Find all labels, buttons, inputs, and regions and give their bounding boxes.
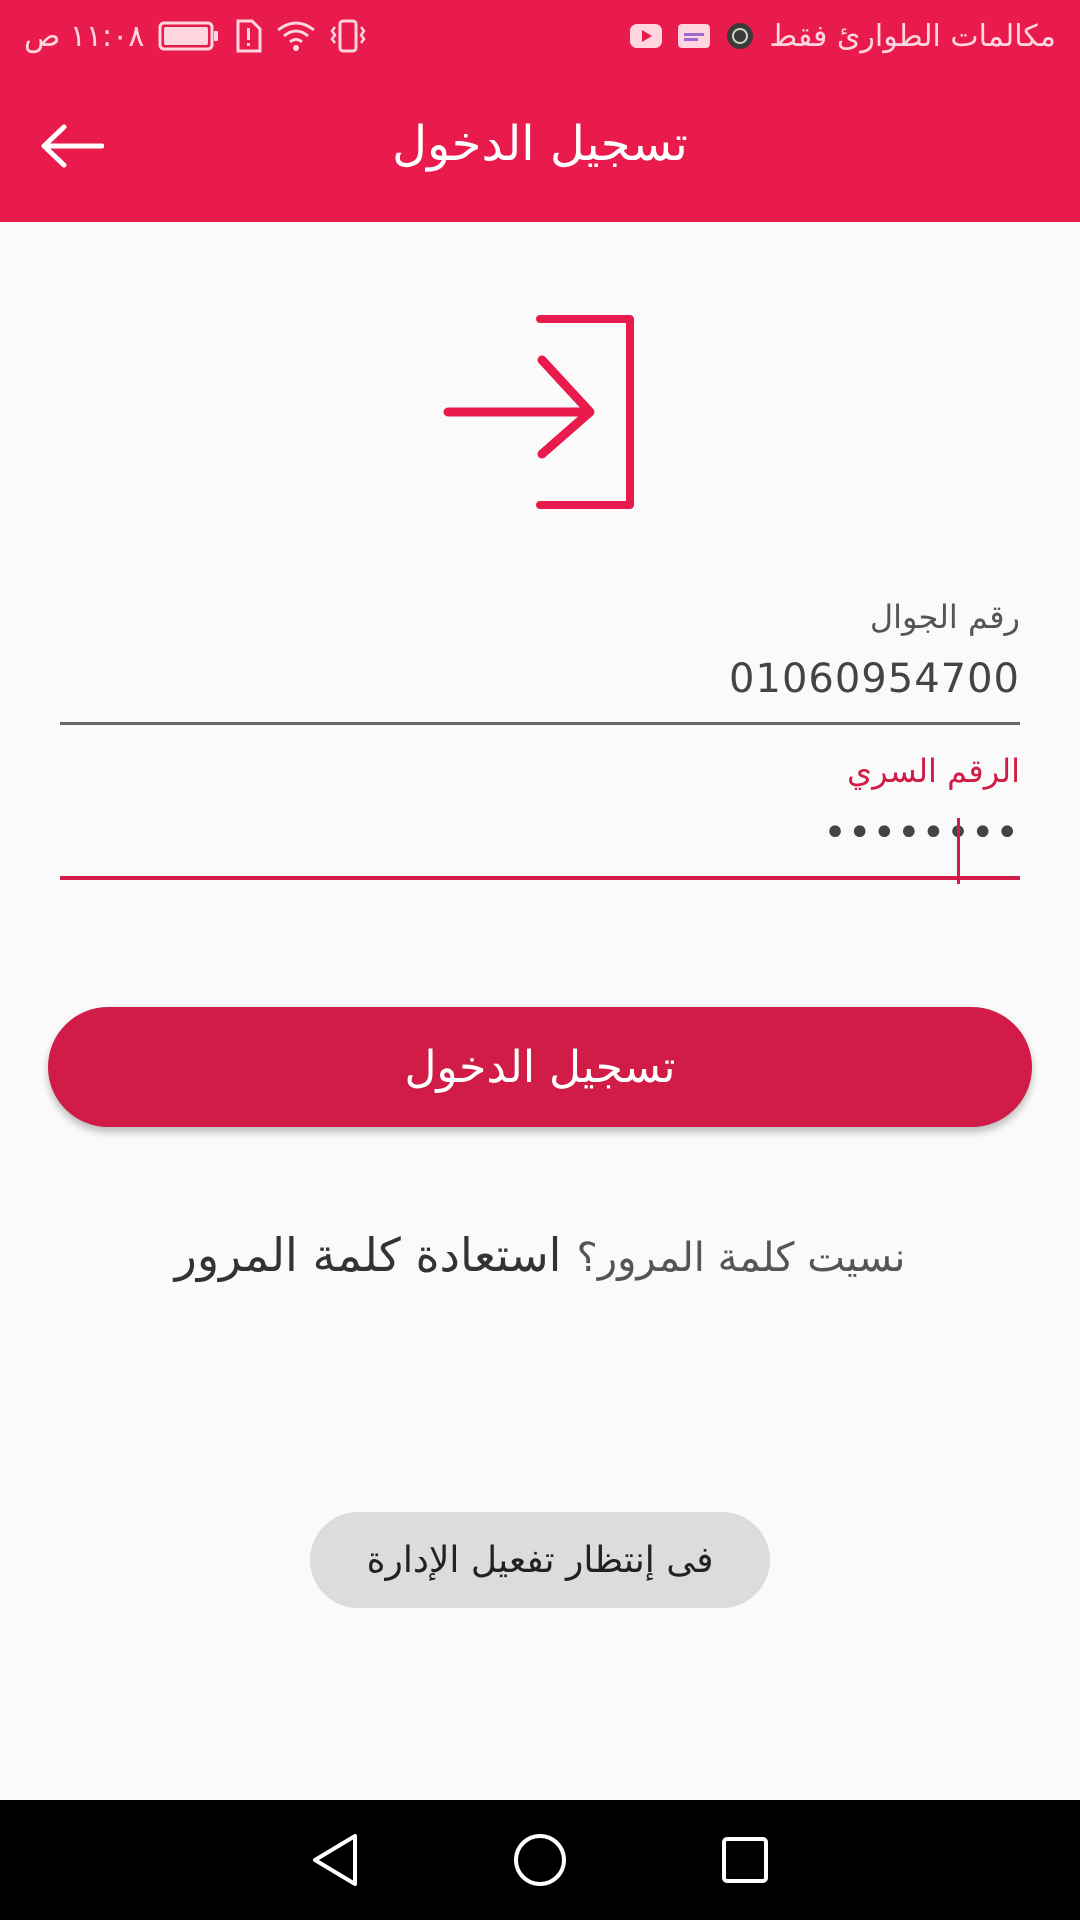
password-label: الرقم السري: [847, 752, 1020, 790]
battery-icon: [158, 21, 220, 51]
page-title: تسجيل الدخول: [392, 116, 688, 172]
toast-message: فى إنتظار تفعيل الإدارة: [310, 1512, 770, 1608]
phone-field[interactable]: رقم الجوال 01060954700: [60, 598, 1020, 725]
status-bar: ١١:٠٨ ص مكالمات الطوارئ فقط: [0, 0, 1080, 72]
sabq-icon: [677, 23, 711, 49]
system-nav-bar: [0, 1800, 1080, 1920]
phone-underline: [60, 722, 1020, 725]
forgot-password-question: نسيت كلمة المرور؟: [576, 1235, 906, 1281]
app-notification-icon: [725, 21, 755, 51]
password-field[interactable]: الرقم السري ••••••••: [60, 752, 1020, 880]
login-button[interactable]: تسجيل الدخول: [48, 1007, 1032, 1127]
phone-label: رقم الجوال: [869, 598, 1020, 636]
back-triangle-icon: [313, 1834, 357, 1886]
password-input[interactable]: ••••••••: [60, 810, 1020, 866]
nav-back-button[interactable]: [305, 1830, 365, 1890]
home-circle-icon: [514, 1834, 566, 1886]
forgot-password-row: نسيت كلمة المرور؟ استعادة كلمة المرور: [0, 1228, 1080, 1282]
recover-password-link[interactable]: استعادة كلمة المرور: [175, 1228, 562, 1282]
vibrate-icon: [330, 19, 366, 53]
notification-text: مكالمات الطوارئ فقط: [769, 18, 1056, 54]
youtube-icon: [629, 23, 663, 49]
login-enter-icon: [443, 315, 634, 509]
status-time: ١١:٠٨ ص: [24, 18, 145, 54]
nav-home-button[interactable]: [510, 1830, 570, 1890]
text-cursor: [957, 818, 960, 884]
password-underline: [60, 876, 1020, 880]
wifi-icon: [276, 20, 316, 52]
recents-square-icon: [722, 1837, 768, 1883]
phone-input[interactable]: 01060954700: [60, 656, 1020, 712]
app-bar: تسجيل الدخول: [0, 72, 1080, 222]
sim-alert-icon: [234, 19, 262, 53]
status-right: مكالمات الطوارئ فقط: [629, 19, 1056, 54]
status-left: ١١:٠٨ ص: [24, 19, 366, 54]
nav-recents-button[interactable]: [715, 1830, 775, 1890]
